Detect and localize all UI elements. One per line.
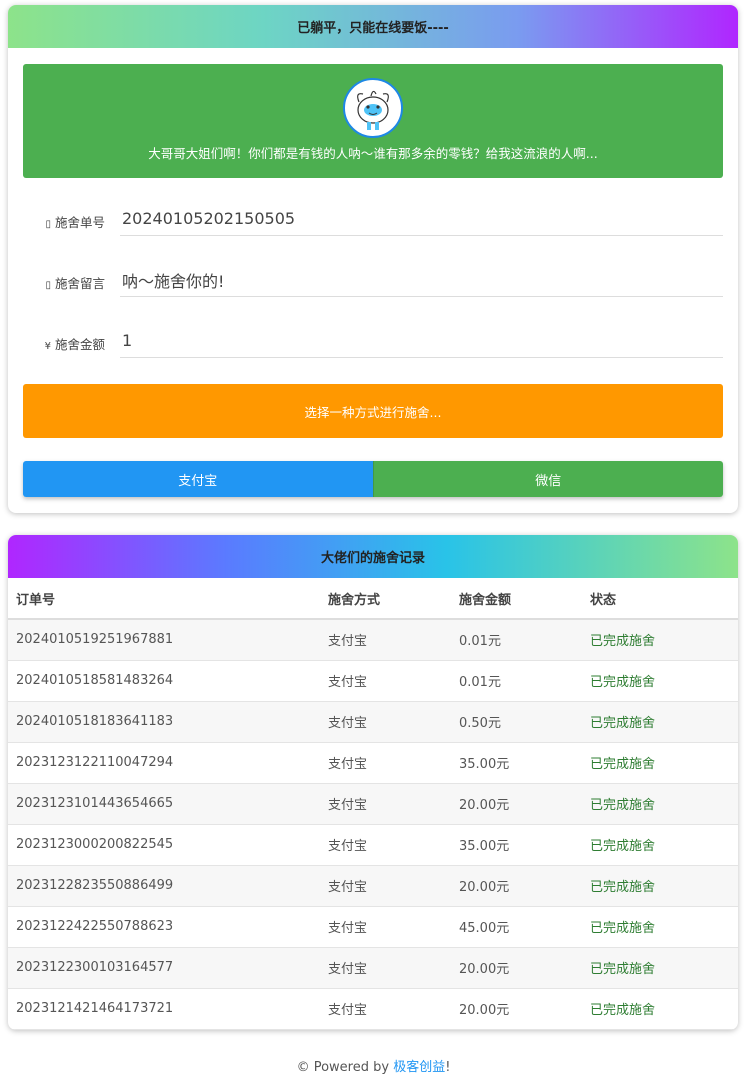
method-cell: 支付宝 bbox=[320, 701, 451, 743]
donation-card-header: 已躺平，只能在线要饭---- bbox=[8, 5, 738, 48]
footer-suffix: ! bbox=[445, 1060, 451, 1074]
yuan-icon: ¥ bbox=[44, 341, 51, 352]
payment-buttons: 支付宝 微信 bbox=[23, 461, 723, 497]
method-cell: 支付宝 bbox=[320, 783, 451, 825]
order-number-cell: 2024010519251967881 bbox=[8, 619, 320, 661]
footer: © Powered by 极客创益! bbox=[0, 1056, 747, 1074]
method-cell: 支付宝 bbox=[320, 824, 451, 866]
table-header-row: 订单号 施舍方式 施舍金额 状态 bbox=[8, 578, 738, 620]
status-cell: 已完成施舍 bbox=[582, 742, 738, 784]
order-number-cell: 2023123122110047294 bbox=[8, 742, 320, 784]
records-card: 大佬们的施舍记录 订单号 施舍方式 施舍金额 状态 20240105192519… bbox=[8, 535, 738, 1030]
amount-field: ¥ 施舍金额 bbox=[23, 324, 723, 364]
status-cell: 已完成施舍 bbox=[582, 865, 738, 907]
method-cell: 支付宝 bbox=[320, 906, 451, 948]
amount-cell: 20.00元 bbox=[451, 988, 582, 1030]
amount-input[interactable] bbox=[120, 324, 723, 358]
status-cell: 已完成施舍 bbox=[582, 619, 738, 661]
column-order-number: 订单号 bbox=[8, 578, 320, 620]
amount-label: 施舍金额 bbox=[54, 337, 105, 352]
cartoon-avatar-icon bbox=[343, 78, 403, 138]
method-cell: 支付宝 bbox=[320, 619, 451, 661]
banner-message: 大哥哥大姐们啊！你们都是有钱的人呐～谁有那多余的零钱？给我这流浪的人啊... bbox=[148, 146, 598, 161]
message-icon: ▯ bbox=[45, 280, 51, 291]
amount-cell: 20.00元 bbox=[451, 947, 582, 989]
table-row: 2023122823550886499 支付宝 20.00元 已完成施舍 bbox=[8, 865, 738, 907]
message-field: ▯ 施舍留言 bbox=[23, 263, 723, 303]
column-method: 施舍方式 bbox=[320, 578, 451, 620]
records-table: 订单号 施舍方式 施舍金额 状态 2024010519251967881 支付宝… bbox=[8, 578, 738, 1030]
order-number-cell: 2023122823550886499 bbox=[8, 865, 320, 907]
table-row: 2023121421464173721 支付宝 20.00元 已完成施舍 bbox=[8, 988, 738, 1030]
column-amount: 施舍金额 bbox=[451, 578, 582, 620]
footer-link[interactable]: 极客创益 bbox=[393, 1060, 445, 1074]
status-cell: 已完成施舍 bbox=[582, 988, 738, 1030]
order-number-label: 施舍单号 bbox=[54, 215, 105, 230]
payment-method-prompt: 选择一种方式进行施舍... bbox=[23, 384, 723, 438]
order-number-cell: 2024010518581483264 bbox=[8, 660, 320, 702]
table-row: 2023123122110047294 支付宝 35.00元 已完成施舍 bbox=[8, 742, 738, 784]
table-row: 2023122300103164577 支付宝 20.00元 已完成施舍 bbox=[8, 947, 738, 989]
table-row: 2024010518183641183 支付宝 0.50元 已完成施舍 bbox=[8, 701, 738, 743]
wechat-pay-button[interactable]: 微信 bbox=[372, 461, 723, 497]
amount-cell: 35.00元 bbox=[451, 824, 582, 866]
status-cell: 已完成施舍 bbox=[582, 783, 738, 825]
method-cell: 支付宝 bbox=[320, 947, 451, 989]
amount-cell: 0.01元 bbox=[451, 660, 582, 702]
records-title: 大佬们的施舍记录 bbox=[320, 551, 425, 566]
table-row: 2024010519251967881 支付宝 0.01元 已完成施舍 bbox=[8, 619, 738, 661]
table-row: 2023122422550788623 支付宝 45.00元 已完成施舍 bbox=[8, 906, 738, 948]
amount-cell: 20.00元 bbox=[451, 865, 582, 907]
amount-cell: 20.00元 bbox=[451, 783, 582, 825]
order-number-cell: 2023123101443654665 bbox=[8, 783, 320, 825]
table-row: 2023123000200822545 支付宝 35.00元 已完成施舍 bbox=[8, 824, 738, 866]
order-number-field: ▯ 施舍单号 bbox=[23, 202, 723, 242]
order-number-input[interactable] bbox=[120, 202, 723, 236]
order-number-cell: 2023121421464173721 bbox=[8, 988, 320, 1030]
order-number-cell: 2024010518183641183 bbox=[8, 701, 320, 743]
amount-cell: 35.00元 bbox=[451, 742, 582, 784]
status-cell: 已完成施舍 bbox=[582, 660, 738, 702]
method-cell: 支付宝 bbox=[320, 660, 451, 702]
table-row: 2023123101443654665 支付宝 20.00元 已完成施舍 bbox=[8, 783, 738, 825]
column-status: 状态 bbox=[582, 578, 738, 620]
begging-banner: 大哥哥大姐们啊！你们都是有钱的人呐～谁有那多余的零钱？给我这流浪的人啊... bbox=[23, 64, 723, 178]
method-cell: 支付宝 bbox=[320, 742, 451, 784]
status-cell: 已完成施舍 bbox=[582, 701, 738, 743]
message-input[interactable] bbox=[120, 263, 723, 297]
document-icon: ▯ bbox=[45, 219, 51, 230]
status-cell: 已完成施舍 bbox=[582, 947, 738, 989]
message-label: 施舍留言 bbox=[54, 276, 105, 291]
amount-cell: 45.00元 bbox=[451, 906, 582, 948]
order-number-cell: 2023122422550788623 bbox=[8, 906, 320, 948]
order-number-cell: 2023122300103164577 bbox=[8, 947, 320, 989]
method-cell: 支付宝 bbox=[320, 865, 451, 907]
donation-card: 已躺平，只能在线要饭---- 大哥哥大姐们啊！你们都是有钱的人呐～谁有那多余的零… bbox=[8, 5, 738, 513]
amount-cell: 0.01元 bbox=[451, 619, 582, 661]
alipay-button[interactable]: 支付宝 bbox=[23, 461, 373, 497]
order-number-cell: 2023123000200822545 bbox=[8, 824, 320, 866]
method-cell: 支付宝 bbox=[320, 988, 451, 1030]
records-card-header: 大佬们的施舍记录 bbox=[8, 535, 738, 578]
amount-cell: 0.50元 bbox=[451, 701, 582, 743]
footer-prefix: © Powered by bbox=[296, 1060, 394, 1074]
status-cell: 已完成施舍 bbox=[582, 824, 738, 866]
status-cell: 已完成施舍 bbox=[582, 906, 738, 948]
page-title: 已躺平，只能在线要饭---- bbox=[297, 21, 449, 36]
table-row: 2024010518581483264 支付宝 0.01元 已完成施舍 bbox=[8, 660, 738, 702]
